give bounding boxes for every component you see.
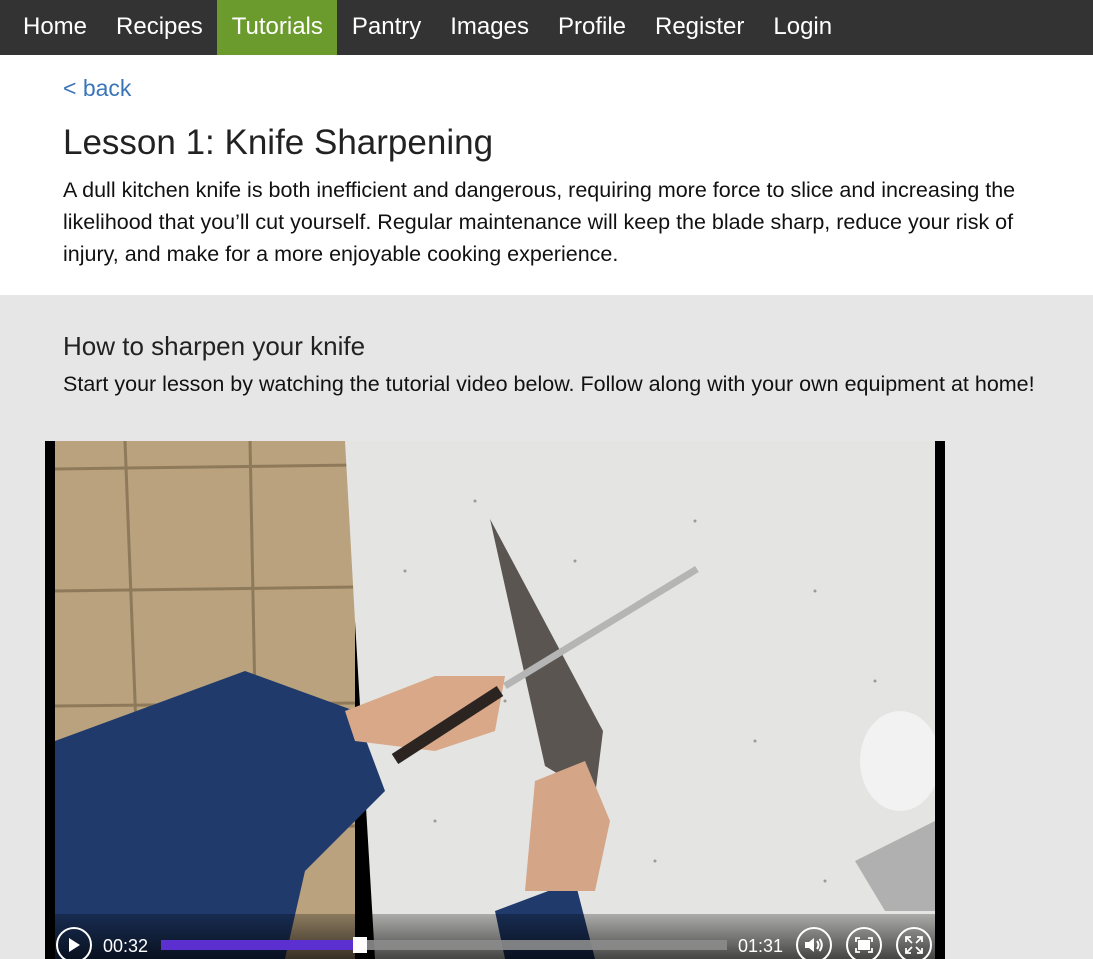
- volume-button[interactable]: [796, 927, 832, 959]
- nav-item-home[interactable]: Home: [0, 0, 102, 55]
- video-controls: 00:32 01:31: [45, 914, 945, 959]
- volume-icon: [805, 938, 823, 952]
- fullscreen-expand-icon: [905, 936, 923, 954]
- nav-item-images[interactable]: Images: [436, 0, 544, 55]
- fullscreen-window-button[interactable]: [846, 927, 882, 959]
- progress-bar[interactable]: [161, 937, 727, 953]
- back-link[interactable]: < back: [63, 75, 131, 102]
- main-nav: Home Recipes Tutorials Pantry Images Pro…: [0, 0, 1093, 55]
- lesson-description: A dull kitchen knife is both inefficient…: [63, 178, 1016, 266]
- current-time: 00:32: [103, 936, 149, 956]
- nav-item-register[interactable]: Register: [641, 0, 759, 55]
- nav-item-pantry[interactable]: Pantry: [337, 0, 435, 55]
- duration: 01:31: [738, 936, 784, 956]
- video-frame: [55, 441, 935, 959]
- nav-item-tutorials[interactable]: Tutorials: [217, 0, 338, 55]
- lesson-header: < back Lesson 1: Knife Sharpening A dull…: [0, 55, 1093, 295]
- section-title: How to sharpen your knife: [63, 331, 366, 361]
- play-icon: [69, 938, 80, 952]
- nav-item-profile[interactable]: Profile: [543, 0, 640, 55]
- nav-item-login[interactable]: Login: [759, 0, 847, 55]
- fullscreen-window-icon: [855, 937, 873, 953]
- progress-thumb[interactable]: [353, 937, 368, 953]
- video-player[interactable]: 00:32 01:31: [45, 441, 945, 959]
- nav-item-recipes[interactable]: Recipes: [102, 0, 218, 55]
- section-description: Start your lesson by watching the tutori…: [63, 372, 1035, 396]
- fullscreen-expand-button[interactable]: [896, 927, 932, 959]
- progress-fill: [161, 940, 361, 950]
- lesson-title: Lesson 1: Knife Sharpening: [63, 123, 494, 162]
- play-button[interactable]: [56, 927, 92, 959]
